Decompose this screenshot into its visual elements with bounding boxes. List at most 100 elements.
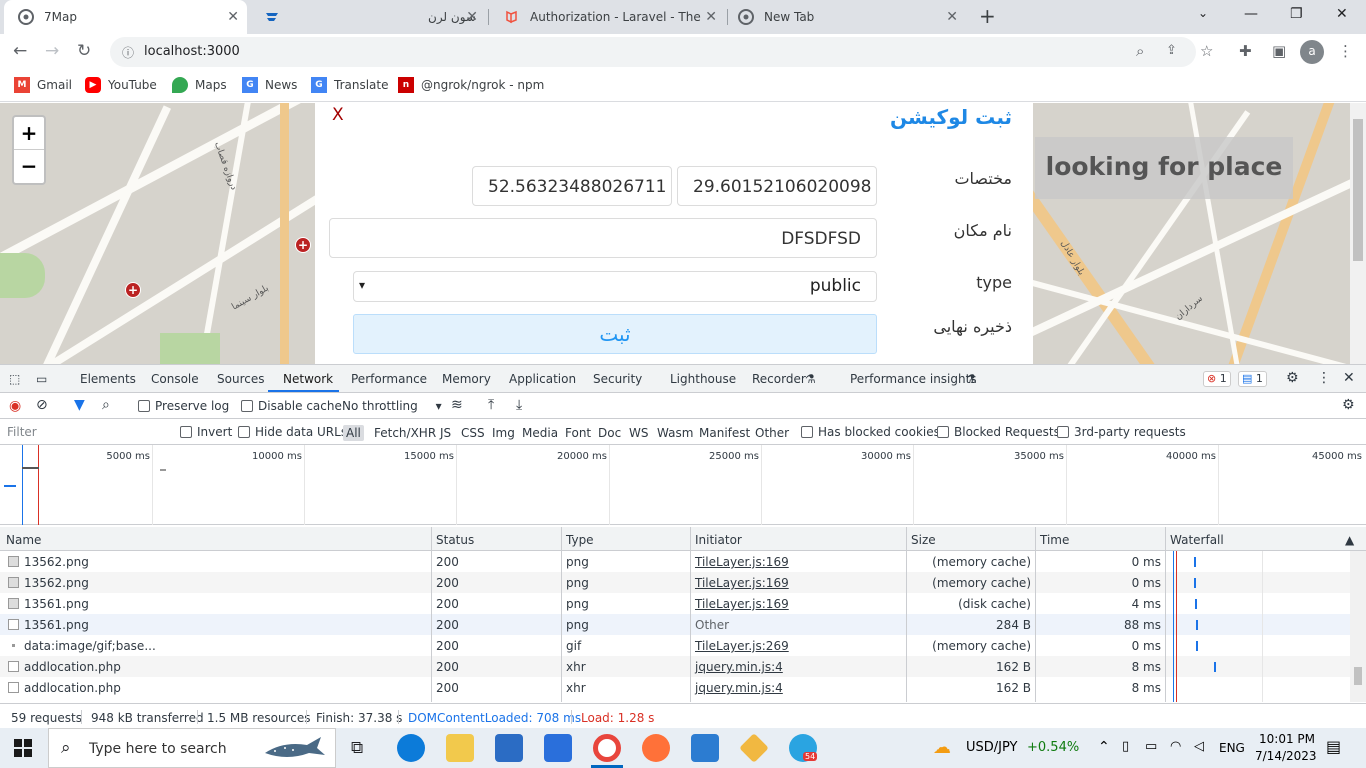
filter-icon[interactable]: ▼ xyxy=(74,397,85,413)
telegram-app-icon[interactable]: 54 xyxy=(789,734,818,762)
devtools-tab-memory[interactable]: Memory xyxy=(442,372,491,386)
network-settings-icon[interactable]: ⚙ xyxy=(1342,397,1355,413)
latitude-input[interactable]: 29.60152106020098 xyxy=(677,166,877,206)
close-tab-icon[interactable]: ✕ xyxy=(946,9,958,25)
page-scrollbar[interactable] xyxy=(1350,103,1366,364)
table-row[interactable]: 13562.png 200 png TileLayer.js:169 (memo… xyxy=(0,551,1350,572)
network-conditions-icon[interactable]: ≋ xyxy=(451,397,463,413)
bookmark-npm[interactable]: n @ngrok/ngrok - npm xyxy=(398,77,544,93)
zoom-out-button[interactable]: − xyxy=(14,150,44,183)
table-row[interactable]: 13561.png 200 png TileLayer.js:169 (disk… xyxy=(0,593,1350,614)
filter-type-all[interactable]: All xyxy=(343,425,364,441)
filter-type-fetch-xhr[interactable]: Fetch/XHR xyxy=(374,426,436,440)
clock-time[interactable]: 10:01 PM xyxy=(1259,732,1315,746)
message-count-badge[interactable]: ▤ 1 xyxy=(1238,371,1267,387)
menu-kebab-icon[interactable]: ⋮ xyxy=(1338,42,1353,60)
volume-icon[interactable]: ◁ xyxy=(1194,739,1204,754)
device-icon[interactable]: ▯ xyxy=(1122,739,1129,754)
export-har-icon[interactable]: ⤓ xyxy=(516,397,522,413)
hospital-marker-icon[interactable]: + xyxy=(295,237,311,253)
column-name[interactable]: Name xyxy=(6,533,41,547)
show-hidden-icons-icon[interactable]: ⌃ xyxy=(1098,739,1110,755)
file-explorer-app-icon[interactable] xyxy=(446,734,474,762)
chrome-app-icon[interactable] xyxy=(593,734,621,762)
side-panel-icon[interactable]: ▣ xyxy=(1272,42,1286,60)
zoom-in-button[interactable]: + xyxy=(14,117,44,150)
bookmark-star-icon[interactable]: ☆ xyxy=(1200,42,1213,60)
devtools-tab-network[interactable]: Network xyxy=(283,372,333,386)
site-info-icon[interactable]: ⓘ xyxy=(122,44,134,61)
devtools-tab-performance-insights[interactable]: Performance insights xyxy=(850,372,977,386)
devtools-tab-sources[interactable]: Sources xyxy=(217,372,264,386)
settings-gear-icon[interactable]: ⚙ xyxy=(1286,370,1299,386)
column-waterfall[interactable]: Waterfall xyxy=(1170,533,1224,547)
tab-laravel[interactable]: Authorization - Laravel - The PHP ✕ xyxy=(490,0,725,34)
firefox-app-icon[interactable] xyxy=(642,734,670,762)
devtools-tab-performance[interactable]: Performance xyxy=(351,372,427,386)
tab-search-icon[interactable]: ⌄ xyxy=(1198,6,1208,20)
window-close-icon[interactable]: ✕ xyxy=(1336,6,1348,22)
taskbar-search-box[interactable]: ⌕ Type here to search xyxy=(48,728,336,768)
tab-new-tab[interactable]: New Tab ✕ xyxy=(724,0,966,34)
bookmark-news[interactable]: G News xyxy=(242,77,297,93)
preserve-log-checkbox[interactable]: Preserve log xyxy=(138,399,229,413)
import-har-icon[interactable]: ⤒ xyxy=(488,397,494,413)
filter-type-js[interactable]: JS xyxy=(440,426,451,440)
mail-app-icon[interactable] xyxy=(495,734,523,762)
map-left[interactable]: دروازه قصاب بلوار سینما + + + − xyxy=(0,103,315,364)
devtools-tab-recorder[interactable]: Recorder xyxy=(752,372,806,386)
device-toolbar-icon[interactable]: ▭ xyxy=(36,372,47,386)
submit-button[interactable]: ثبت xyxy=(353,314,877,354)
minimize-icon[interactable]: — xyxy=(1244,6,1258,22)
restore-icon[interactable]: ❐ xyxy=(1290,6,1303,22)
has-blocked-cookies-checkbox[interactable]: Has blocked cookies xyxy=(801,425,940,439)
bookmark-gmail[interactable]: M Gmail xyxy=(14,77,72,93)
ticker-symbol[interactable]: USD/JPY xyxy=(966,740,1018,755)
reload-icon[interactable]: ↻ xyxy=(77,41,91,61)
battery-icon[interactable]: ▭ xyxy=(1145,739,1157,754)
bookmark-translate[interactable]: G Translate xyxy=(311,77,389,93)
table-row[interactable]: addlocation.php 200 xhr jquery.min.js:4 … xyxy=(0,677,1350,698)
clock-date[interactable]: 7/14/2023 xyxy=(1255,749,1317,763)
store-app-icon[interactable] xyxy=(544,734,572,762)
windows-start-icon[interactable] xyxy=(14,739,32,760)
blocked-requests-checkbox[interactable]: Blocked Requests xyxy=(937,425,1060,439)
filter-type-wasm[interactable]: Wasm xyxy=(657,426,693,440)
filter-type-ws[interactable]: WS xyxy=(629,426,648,440)
cell-initiator[interactable]: TileLayer.js:169 xyxy=(695,555,789,569)
filter-input[interactable]: Filter xyxy=(3,423,166,441)
record-icon[interactable]: ◉ xyxy=(9,398,21,414)
type-select[interactable]: ▾ public xyxy=(353,271,877,302)
error-count-badge[interactable]: ⊗ 1 xyxy=(1203,371,1231,387)
task-view-icon[interactable]: ⧉ xyxy=(351,738,363,758)
table-scrollbar[interactable] xyxy=(1350,551,1366,702)
extensions-icon[interactable]: ✚ xyxy=(1239,42,1252,60)
close-modal-button[interactable]: X xyxy=(332,105,344,125)
bookmark-youtube[interactable]: ▶ YouTube xyxy=(85,77,157,93)
sort-ascending-icon[interactable]: ▲ xyxy=(1345,533,1354,547)
filter-type-manifest[interactable]: Manifest xyxy=(699,426,750,440)
new-tab-button[interactable]: + xyxy=(979,4,996,28)
search-icon[interactable]: ⌕ xyxy=(102,397,110,413)
scrollbar-thumb[interactable] xyxy=(1353,119,1363,261)
invert-checkbox[interactable]: Invert xyxy=(180,425,232,439)
cell-initiator[interactable]: jquery.min.js:4 xyxy=(695,681,783,695)
stock-ticker-icon[interactable]: ☁ xyxy=(933,737,951,758)
tab-7map[interactable]: 7Map ✕ xyxy=(4,0,247,34)
table-row[interactable]: 13562.png 200 png TileLayer.js:169 (memo… xyxy=(0,572,1350,593)
vscode-app-icon[interactable] xyxy=(691,734,719,762)
column-status[interactable]: Status xyxy=(436,533,474,547)
filter-type-doc[interactable]: Doc xyxy=(598,426,621,440)
longitude-input[interactable]: 52.56323488026711 xyxy=(472,166,672,206)
search-overlay[interactable]: looking for place xyxy=(1035,137,1293,199)
bookmark-maps[interactable]: Maps xyxy=(172,77,227,93)
hide-data-urls-checkbox[interactable]: Hide data URLs xyxy=(238,425,347,439)
hospital-marker-icon[interactable]: + xyxy=(125,282,141,298)
scrollbar-thumb[interactable] xyxy=(1354,667,1362,685)
devtools-tab-application[interactable]: Application xyxy=(509,372,576,386)
cell-initiator[interactable]: jquery.min.js:4 xyxy=(695,660,783,674)
column-time[interactable]: Time xyxy=(1040,533,1069,547)
throttling-select[interactable]: No throttling ▾ xyxy=(342,399,442,413)
devtools-tab-lighthouse[interactable]: Lighthouse xyxy=(670,372,736,386)
close-devtools-icon[interactable]: ✕ xyxy=(1343,370,1355,386)
